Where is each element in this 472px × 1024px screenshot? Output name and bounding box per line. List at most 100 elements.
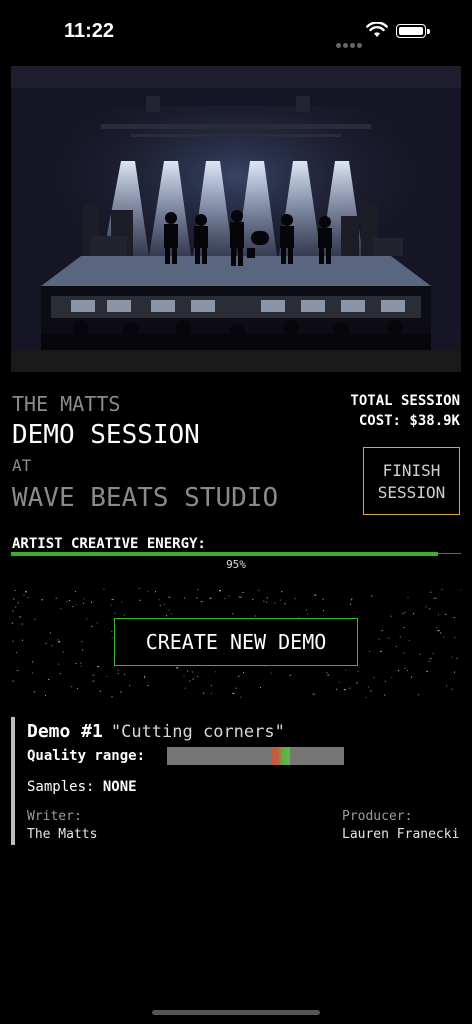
star [345,669,347,671]
star [138,588,140,589]
star [430,591,432,593]
star [274,602,276,604]
star [25,591,27,593]
star [284,603,286,605]
star [312,693,315,695]
star [71,686,73,688]
star [82,649,84,651]
star [350,603,351,605]
star [147,591,149,593]
star [60,608,62,610]
at-label: AT [12,456,32,475]
star [86,618,88,620]
star [240,596,242,598]
star [55,597,57,599]
star [197,676,199,678]
star [11,622,13,624]
star [111,637,113,639]
star [92,680,94,682]
cellular-signal-icon [336,33,364,52]
star [351,598,353,600]
star [81,641,83,643]
star [76,688,78,690]
star [408,639,410,641]
star [384,680,386,682]
star [129,684,131,686]
home-indicator[interactable] [152,1010,320,1015]
star [210,685,212,687]
star [350,599,352,601]
star [12,680,15,682]
star [435,597,437,599]
star [144,675,146,677]
star [12,610,14,612]
star [370,690,372,692]
star [436,627,438,629]
star [357,671,359,672]
star [124,673,126,675]
star [14,590,16,591]
samples-label: Samples: [27,779,95,795]
star [396,646,398,647]
star [444,613,447,615]
star [139,599,141,601]
star [93,680,95,682]
star [171,613,172,615]
star [159,604,161,606]
star [398,670,400,672]
star [460,589,461,591]
star [184,687,186,689]
star [121,601,123,603]
writer-label: Writer: [27,809,82,824]
star [120,691,122,693]
star [371,595,373,597]
star [111,599,114,601]
star [41,599,44,601]
energy-bar-fill [11,552,438,556]
quality-range-label: Quality range: [27,748,146,764]
star [437,614,439,616]
star [242,591,244,593]
star [111,630,113,632]
star [403,652,405,654]
star [384,694,386,696]
star [80,662,82,664]
create-new-demo-button[interactable]: CREATE NEW DEMO [114,618,358,666]
star [69,600,71,601]
star [402,613,404,615]
star [16,670,19,672]
star [164,603,165,605]
star [123,614,125,616]
writer-value: The Matts [27,827,98,842]
star [166,615,167,617]
session-title-block: THE MATTS DEMO SESSION AT WAVE BEATS STU… [12,392,342,516]
star [143,677,145,679]
star [258,589,260,591]
star [99,690,101,692]
star [75,590,77,592]
finish-session-button[interactable]: FINISH SESSION [363,447,460,515]
demo-name: "Cutting corners" [110,722,285,742]
star [196,597,198,599]
star [252,598,254,600]
producer-value: Lauren Franecki [342,827,460,842]
star [294,598,296,600]
star [260,687,261,688]
star [314,594,317,596]
star [96,622,98,624]
star [240,696,242,698]
star [349,687,351,689]
star [336,688,338,690]
star [432,652,434,654]
star [147,685,149,687]
star [75,604,77,606]
star [91,601,92,603]
star [189,680,191,682]
star [83,602,85,604]
star [17,602,19,604]
star [418,694,420,696]
battery-icon [396,24,430,38]
star [83,598,85,600]
star [158,599,160,601]
demo-card[interactable]: Demo #1 "Cutting corners" Quality range: … [11,717,461,845]
